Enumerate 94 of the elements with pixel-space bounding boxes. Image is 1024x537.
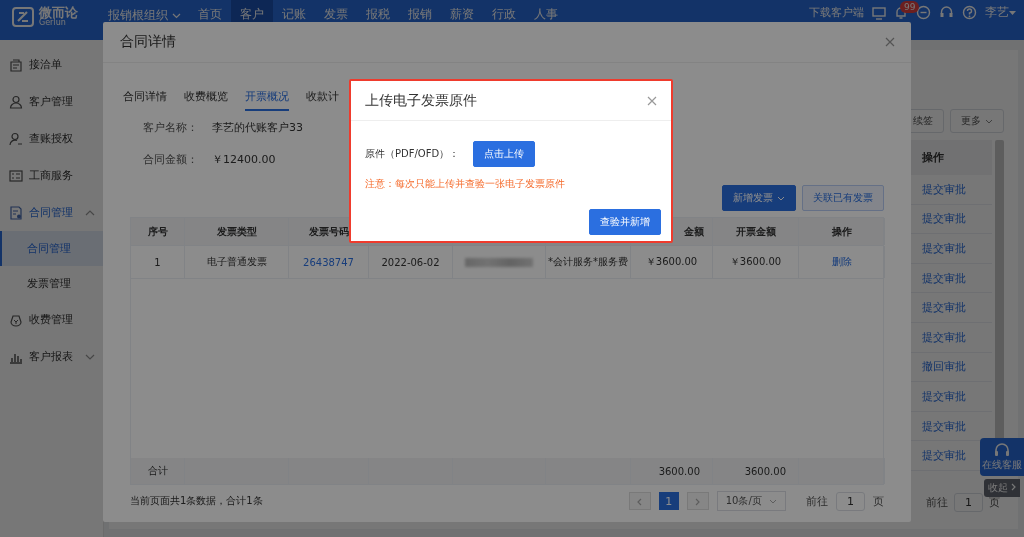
logo-subtitle: Gerlun (39, 19, 66, 27)
column-header: 发票类型 (216, 224, 257, 239)
column-header: 金额 (684, 224, 704, 239)
help-icon[interactable] (962, 5, 977, 20)
caret-icon (769, 498, 777, 504)
user-search-icon (9, 131, 23, 146)
goto-label: 前往 (806, 493, 828, 509)
table-cell: *会计服务*服务费 (548, 255, 628, 269)
field-value: ￥12400.00 (212, 151, 276, 167)
support-widget[interactable]: 在线客服 (980, 438, 1024, 476)
table-link[interactable]: 提交审批 (922, 329, 992, 345)
column-header: 序号 (147, 224, 168, 239)
field-label: 客户名称： (143, 119, 198, 135)
caret-icon (171, 13, 181, 19)
table-link[interactable]: 26438747 (303, 256, 354, 268)
table-link[interactable]: 提交审批 (922, 211, 992, 227)
user-menu[interactable]: 李艺 (985, 4, 1016, 21)
dialog-title: 合同详情 (120, 33, 176, 51)
upload-button[interactable]: 点击上传 (473, 141, 536, 167)
field-value: 李艺的代账客户33 (212, 119, 303, 135)
sidebar-subitem[interactable]: 发票管理 (0, 266, 103, 301)
caret-icon (777, 195, 785, 201)
sidebar-item[interactable]: 合同管理 (0, 194, 103, 231)
sidebar-item[interactable]: 客户报表 (0, 338, 103, 375)
goto-label: 前往 (926, 494, 948, 510)
table-link[interactable]: 提交审批 (922, 300, 992, 316)
tab[interactable]: 合同详情 (123, 83, 167, 111)
link-invoice-button[interactable]: 关联已有发票 (802, 185, 884, 211)
notification-badge: 99 (900, 0, 920, 13)
chevron-icon[interactable] (85, 353, 95, 360)
monitor-icon[interactable] (872, 5, 886, 20)
toolbar-button[interactable]: 更多 (950, 109, 1004, 133)
redacted-text (465, 257, 533, 267)
table-link[interactable]: 提交审批 (922, 181, 992, 197)
close-icon[interactable] (647, 95, 657, 106)
table-cell: 电子普通发票 (206, 255, 267, 269)
table-link[interactable]: 提交审批 (922, 418, 992, 434)
notice-text: 注意：每次只能上传并查验一张电子发票原件 (365, 177, 566, 191)
verify-add-button[interactable]: 查验并新增 (589, 209, 661, 235)
column-header: 发票号码 (308, 224, 349, 239)
logo-icon (12, 6, 34, 27)
table-cell: 1 (154, 256, 161, 268)
sidebar-item[interactable]: 收费管理 (0, 301, 103, 338)
table-link[interactable]: 提交审批 (922, 388, 992, 404)
sidebar-item[interactable]: 接洽单 (0, 46, 103, 83)
headset-icon[interactable] (939, 5, 954, 20)
close-icon[interactable] (885, 37, 895, 47)
sidebar-item[interactable]: 客户管理 (0, 83, 103, 120)
chevron-right-icon (695, 497, 701, 506)
sidebar-item[interactable]: 查账授权 (0, 120, 103, 157)
dialog-title: 上传电子发票原件 (365, 91, 477, 110)
page-size-select[interactable]: 10条/页 (716, 491, 786, 511)
table-link[interactable]: 删除 (831, 255, 852, 269)
download-link[interactable]: 下载客户端 (809, 5, 864, 20)
table-link[interactable]: 撤回审批 (922, 359, 992, 375)
money-bag-icon (9, 312, 23, 327)
chevron-right-icon (1011, 483, 1016, 491)
total-cell: 合计 (147, 464, 168, 478)
document-icon (9, 205, 23, 220)
page-input[interactable]: 1 (954, 492, 983, 512)
tab[interactable]: 收款计 (306, 83, 339, 111)
total-cell: 3600.00 (658, 465, 700, 477)
add-invoice-button[interactable]: 新增发票 (722, 185, 796, 211)
caret-icon (1009, 11, 1016, 16)
user-icon (9, 94, 23, 109)
column-header: 操作 (831, 224, 852, 239)
table-cell: ￥3600.00 (729, 255, 782, 269)
column-header: 操作 (922, 150, 945, 165)
tab[interactable]: 开票概况 (245, 83, 289, 111)
page-button[interactable]: 1 (658, 492, 679, 510)
headset-icon (993, 442, 1011, 458)
list-icon (9, 168, 23, 183)
tab[interactable]: 收费概览 (184, 83, 228, 111)
logo-name: 微而论 (39, 6, 78, 19)
field-label: 原件（PDF/OFD）： (365, 147, 460, 161)
chevron-left-icon (637, 497, 643, 506)
table-cell: 2022-06-02 (381, 256, 440, 268)
page-unit: 页 (873, 493, 884, 509)
caret-icon (985, 118, 993, 124)
column-header: 开票金额 (735, 224, 776, 239)
form-icon (9, 57, 23, 72)
field-label: 合同金额： (143, 151, 198, 167)
page-unit: 页 (989, 494, 1000, 510)
table-cell: ￥3600.00 (645, 255, 698, 269)
total-cell: 3600.00 (744, 465, 786, 477)
sidebar-item[interactable]: 工商服务 (0, 157, 103, 194)
previous-page-button[interactable] (628, 492, 651, 510)
chevron-icon[interactable] (85, 209, 95, 216)
table-link[interactable]: 提交审批 (922, 241, 992, 256)
table-link[interactable]: 提交审批 (922, 270, 992, 286)
page-input[interactable]: 1 (836, 491, 865, 511)
summary-text: 当前页面共1条数据，合计1条 (130, 494, 263, 508)
sidebar-subitem[interactable]: 合同管理 (0, 231, 103, 266)
next-page-button[interactable] (686, 492, 709, 510)
